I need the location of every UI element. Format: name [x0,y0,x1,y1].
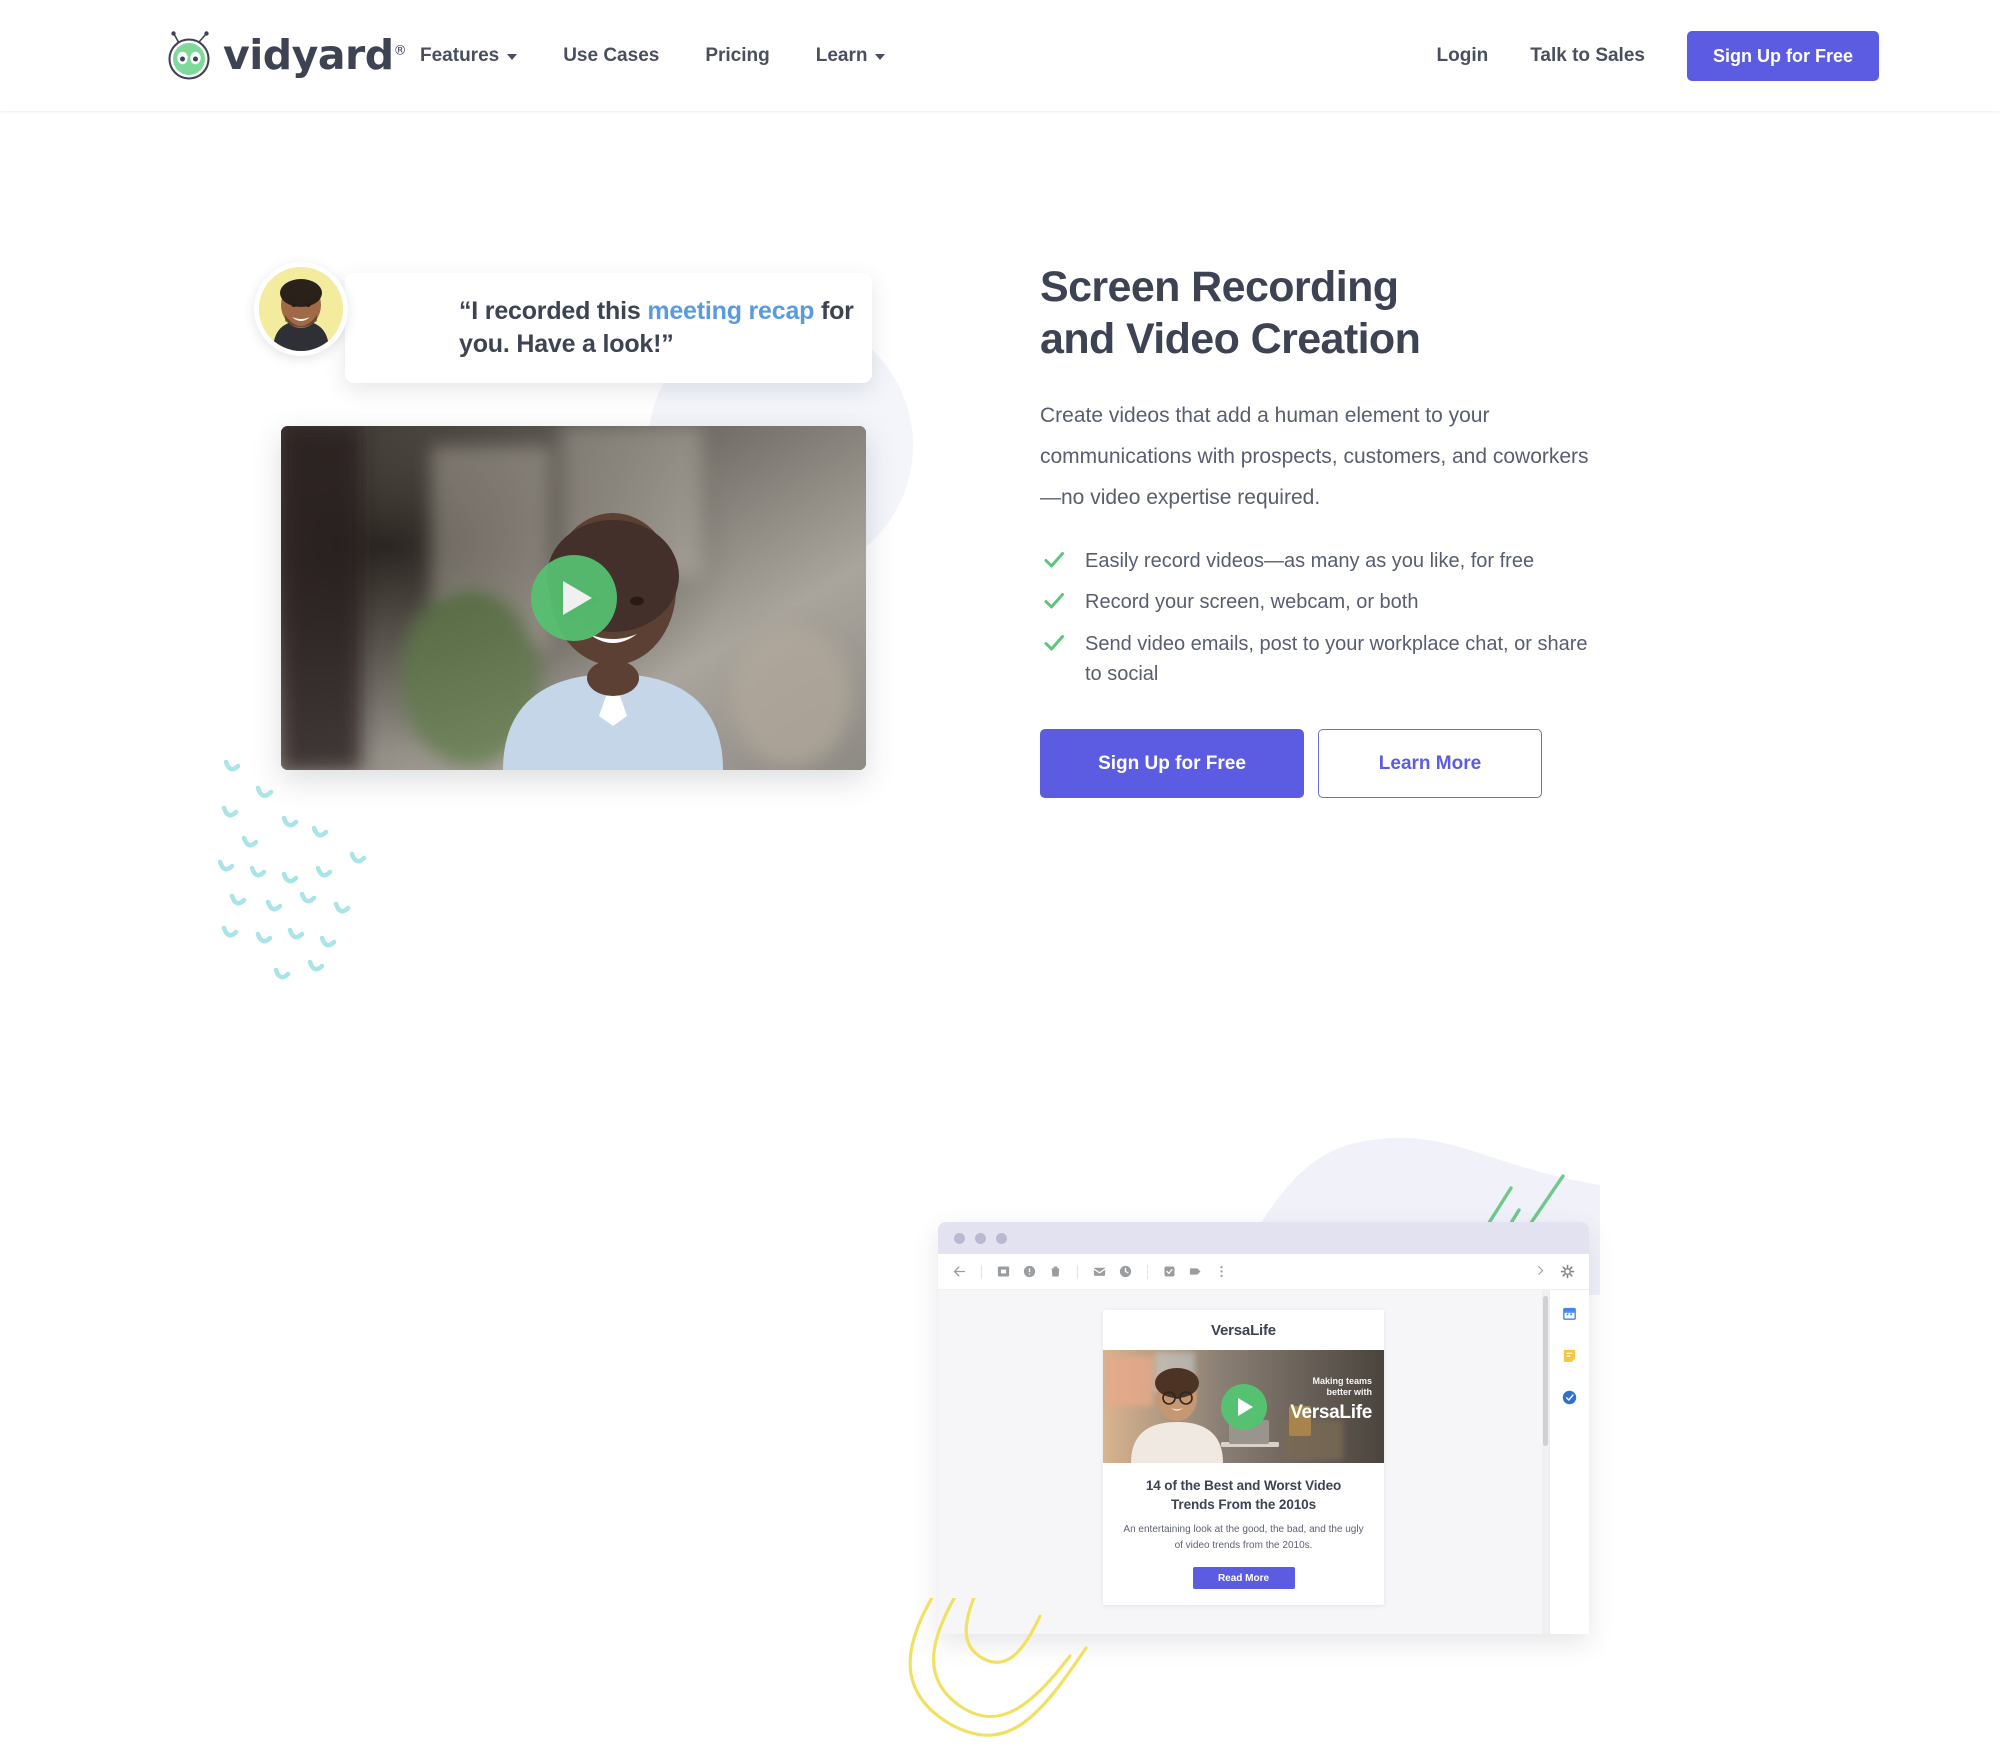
toolbar-divider [981,1264,982,1279]
nav-item-learn[interactable]: Learn [816,45,886,67]
mail-body: VersaLife Making teams better with Versa… [938,1290,1589,1634]
quote-text: “I recorded this meeting recap for you. … [459,295,872,362]
screen-recording-cta-row: Sign Up for Free Learn More [1040,729,1600,799]
browser-titlebar [938,1222,1589,1254]
registered-mark: ® [393,43,407,59]
nav-label: Learn [815,44,868,66]
vidyard-robot-logo-icon [165,29,217,81]
keep-icon[interactable] [1561,1347,1578,1364]
play-button[interactable] [530,555,617,641]
window-minimize-dot[interactable] [975,1232,986,1244]
check-icon [1042,548,1066,572]
scrollbar-thumb[interactable] [1543,1296,1548,1446]
overlay-line-2: better with [1326,1387,1372,1398]
mail-content-area: VersaLife Making teams better with Versa… [938,1290,1549,1634]
hero-video-thumbnail[interactable] [281,426,866,770]
check-icon [1042,589,1066,613]
mail-toolbar [938,1254,1589,1290]
signup-button[interactable]: Sign Up for Free [1040,729,1304,799]
more-options-icon[interactable] [1214,1264,1229,1279]
bullet-text: Easily record videos—as many as you like… [1085,549,1535,572]
window-maximize-dot[interactable] [996,1232,1007,1244]
overlay-brand: VersaLife [1290,1401,1372,1423]
quote-part-before: “I recorded this [459,296,648,325]
screen-recording-copy: Screen Recording and Video Creation Crea… [1040,261,1600,799]
nav-label: Pricing [705,44,770,66]
decorative-sprinkles [217,756,448,1006]
bullet-text: Send video emails, post to your workplac… [1085,632,1588,685]
back-arrow-icon[interactable] [952,1264,967,1279]
window-close-dot[interactable] [954,1232,965,1244]
section-screen-recording: “I recorded this meeting recap for you. … [0,111,1999,1001]
delete-icon[interactable] [1048,1264,1063,1279]
utility-nav: Login Talk to Sales Sign Up for Free [1437,0,1879,111]
learn-more-button[interactable]: Learn More [1318,729,1542,799]
play-button[interactable] [1220,1383,1267,1430]
header-signup-button[interactable]: Sign Up for Free [1686,30,1879,81]
brand-name: vidyard [223,31,394,79]
email-preview-card: VersaLife Making teams better with Versa… [1103,1310,1384,1606]
login-link[interactable]: Login [1437,45,1489,67]
quote-highlight: meeting recap [647,296,815,325]
toolbar-divider [1147,1264,1148,1279]
brand-wordmark: vidyard® [223,31,407,79]
screen-recording-bullets: Easily record videos—as many as you like… [1040,547,1600,689]
bullet-item: Send video emails, post to your workplac… [1040,630,1600,689]
browser-window-mockup: VersaLife Making teams better with Versa… [938,1222,1589,1634]
labels-icon[interactable] [1188,1264,1203,1279]
bullet-item: Easily record videos—as many as you like… [1040,547,1600,577]
email-brand-name: VersaLife [1211,1322,1276,1339]
report-spam-icon[interactable] [1022,1264,1037,1279]
tasks-icon[interactable] [1561,1389,1578,1406]
archive-icon[interactable] [996,1264,1011,1279]
scrollbar-track[interactable] [1542,1290,1549,1634]
check-icon [1042,631,1066,655]
screen-recording-title: Screen Recording and Video Creation [1040,261,1600,366]
vidyard-logo[interactable]: vidyard® [165,26,407,84]
title-line-1: Screen Recording [1040,263,1399,311]
next-chevron-icon[interactable] [1534,1264,1549,1279]
play-triangle-icon [563,581,592,615]
toolbar-divider [1077,1264,1078,1279]
talk-to-sales-link[interactable]: Talk to Sales [1530,45,1645,67]
nav-label: Use Cases [563,44,660,66]
nav-item-pricing[interactable]: Pricing [705,45,769,67]
site-header: vidyard® Features Use Cases Pricing Lear… [0,0,1999,111]
nav-item-use-cases[interactable]: Use Cases [563,45,659,67]
email-article-description: An entertaining look at the good, the ba… [1123,1524,1364,1551]
testimonial-quote-card: “I recorded this meeting recap for you. … [345,273,872,383]
email-video-overlay-text: Making teams better with VersaLife [1290,1376,1372,1424]
nav-item-features[interactable]: Features [420,44,518,67]
calendar-icon[interactable] [1561,1305,1578,1322]
email-article-title: 14 of the Best and Worst Video Trends Fr… [1145,1478,1342,1512]
overlay-line-1: Making teams [1312,1376,1372,1386]
email-video-thumbnail[interactable]: Making teams better with VersaLife [1103,1350,1384,1463]
chevron-down-icon [507,54,518,60]
read-more-button[interactable]: Read More [1192,1567,1295,1590]
avatar [254,262,348,356]
primary-nav: Features Use Cases Pricing Learn [420,0,886,111]
title-line-2: and Video Creation [1040,315,1421,364]
add-to-tasks-icon[interactable] [1162,1264,1177,1279]
play-triangle-icon [1238,1397,1253,1416]
email-cta-wrap: Read More [1103,1553,1384,1605]
snooze-icon[interactable] [1118,1264,1133,1279]
screen-recording-paragraph: Create videos that add a human element t… [1040,403,1589,509]
workspace-side-rail [1549,1290,1589,1634]
bullet-item: Record your screen, webcam, or both [1040,588,1600,618]
bullet-text: Record your screen, webcam, or both [1085,591,1419,614]
nav-label: Features [420,44,500,66]
settings-gear-icon[interactable] [1560,1264,1575,1279]
chevron-down-icon [875,54,886,60]
mark-unread-icon[interactable] [1092,1264,1107,1279]
